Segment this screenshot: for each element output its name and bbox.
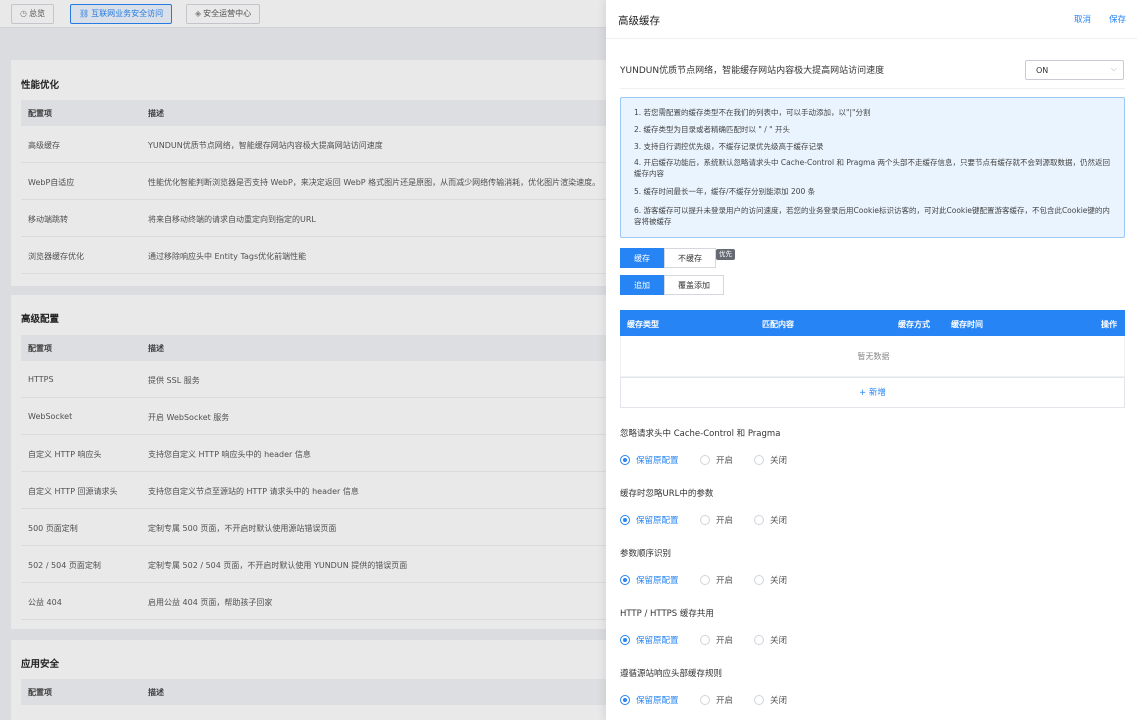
- advanced-cache-drawer: 高级缓存 取消 保存 YUNDUN优质节点网络，智能缓存网站内容极大提高网站访问…: [606, 0, 1137, 720]
- add-rule-button[interactable]: + 新增: [620, 377, 1125, 408]
- option-label: 遵循源站响应头部缓存规则: [620, 669, 723, 679]
- drawer-description: YUNDUN优质节点网络，智能缓存网站内容极大提高网站访问速度: [620, 66, 885, 76]
- cache-switch-select[interactable]: ON ⌵: [1025, 60, 1124, 80]
- drawer-title: 高级缓存: [618, 15, 660, 27]
- option-label: 缓存时忽略URL中的参数: [620, 489, 714, 499]
- tab-cache[interactable]: 缓存: [620, 248, 664, 268]
- notice-item: 2. 缓存类型为目录或者精确匹配时以 " / " 开头: [634, 125, 791, 134]
- notice-item: 4. 开启缓存功能后，系统默认忽略请求头中 Cache-Control 和 Pr…: [634, 158, 1110, 178]
- option-label: 参数顺序识别: [620, 549, 672, 559]
- chevron-down-icon: ⌵: [1110, 64, 1117, 73]
- notice-item: 6. 游客缓存可以提升未登录用户的访问速度，若您的业务登录后用Cookie标识访…: [634, 206, 1110, 226]
- priority-badge: 优先: [716, 249, 735, 260]
- option-label: 忽略请求头中 Cache-Control 和 Pragma: [620, 429, 781, 439]
- notice-item: 1. 若您需配置的缓存类型不在我们的列表中，可以手动添加，以"|"分割: [634, 108, 871, 117]
- drawer-header: 高级缓存 取消 保存: [606, 0, 1137, 39]
- table-header: 缓存类型 匹配内容 缓存方式 缓存时间 操作: [620, 310, 1125, 336]
- option-label: HTTP / HTTPS 缓存共用: [620, 609, 714, 619]
- notice-item: 3. 支持自行调控优先级，不缓存记录优先级高于缓存记录: [634, 142, 824, 151]
- divider: [620, 88, 1125, 89]
- notice-box: 1. 若您需配置的缓存类型不在我们的列表中，可以手动添加，以"|"分割 2. 缓…: [620, 97, 1125, 238]
- notice-item: 5. 缓存时间最长一年，缓存/不缓存分别能添加 200 条: [634, 187, 816, 196]
- append-button[interactable]: 追加: [620, 275, 664, 295]
- save-button[interactable]: 保存: [1109, 13, 1126, 25]
- overwrite-add-button[interactable]: 覆盖添加: [664, 275, 724, 295]
- empty-state: 暂无数据: [620, 336, 1125, 377]
- cancel-button[interactable]: 取消: [1074, 13, 1091, 25]
- tab-no-cache[interactable]: 不缓存: [664, 248, 716, 268]
